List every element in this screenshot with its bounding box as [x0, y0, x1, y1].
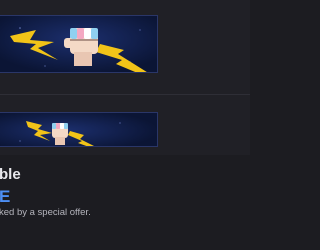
- item-card-panel: [0, 0, 250, 155]
- divider: [0, 94, 250, 95]
- banner-image-large[interactable]: [0, 15, 158, 73]
- page: ble E ked by a special offer.: [0, 0, 250, 250]
- promo-section: [0, 155, 250, 250]
- lightning-fist-icon: [0, 113, 157, 146]
- lightning-fist-icon: [0, 16, 157, 72]
- promo-highlight-text: E: [0, 187, 11, 206]
- promo-title: ble: [0, 166, 21, 183]
- promo-description: ked by a special offer.: [0, 207, 91, 218]
- banner-image-small[interactable]: [0, 112, 158, 147]
